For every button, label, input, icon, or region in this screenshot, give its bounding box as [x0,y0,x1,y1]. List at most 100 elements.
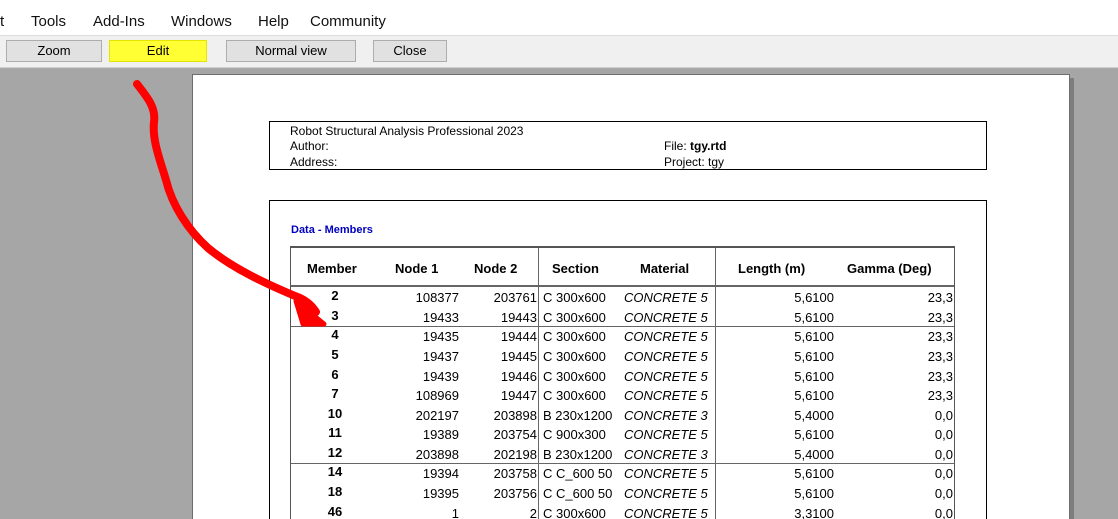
file-info: File: tgy.rtd [664,139,726,153]
file-value: tgy.rtd [690,139,727,153]
close-button[interactable]: Close [373,40,447,62]
normal-view-button[interactable]: Normal view [226,40,356,62]
menu-item-windows[interactable]: Windows [171,13,232,30]
cell-length: 5,6100 [794,369,834,384]
cell-section: B 230x1200 [543,408,613,423]
cell-node1: 19389 [422,427,459,442]
cell-gamma: 0,0 [934,506,953,519]
cell-member: 2 [331,288,339,303]
cell-gamma: 0,0 [934,486,953,501]
cell-section: C 300x600 [543,329,606,344]
cell-node2: 19447 [500,388,537,403]
product-name: Robot Structural Analysis Professional 2… [290,124,524,138]
cell-section: B 230x1200 [543,447,613,462]
project-info: Project: tgy [664,155,724,169]
author-label: Author: [290,139,329,153]
cell-node1: 203898 [415,447,459,462]
cell-node1: 19394 [422,466,459,481]
window-title-strip [0,0,1118,9]
cell-node2: 203761 [493,290,537,305]
cell-length: 5,6100 [794,290,834,305]
menu-item-tools[interactable]: Tools [31,13,66,30]
menu-item-community[interactable]: Community [310,13,386,30]
cell-material: CONCRETE 3 [624,408,708,423]
cell-member: 10 [327,406,343,421]
cell-length: 5,4000 [794,408,834,423]
cell-length: 5,6100 [794,466,834,481]
edit-button[interactable]: Edit [109,40,207,62]
cell-member: 7 [331,386,339,401]
col-header-node2: Node 2 [474,261,518,276]
cell-member: 4 [331,327,339,342]
cell-node2: 19446 [500,369,537,384]
cell-node1: 108969 [415,388,459,403]
cell-node2: 19444 [500,329,537,344]
cell-section: C 300x600 [543,349,606,364]
col-header-node1: Node 1 [395,261,439,276]
cell-node2: 203754 [493,427,537,442]
col-header-gamma: Gamma (Deg) [847,261,932,276]
file-label: File: [664,139,687,153]
cell-section: C C_600 50 [543,486,613,501]
cell-material: CONCRETE 5 [624,290,708,305]
cell-node1: 202197 [415,408,459,423]
preview-toolbar: Zoom Edit Normal view Close [0,36,1118,68]
cell-material: CONCRETE 5 [624,506,708,519]
menu-item-help[interactable]: Help [258,13,289,30]
cell-node1: 108377 [415,290,459,305]
cell-section: C 300x600 [543,310,606,325]
cell-member: 14 [327,464,343,479]
cell-member: 11 [328,425,342,440]
cell-gamma: 23,3 [927,388,953,403]
header-rule [291,285,954,287]
cell-member: 46 [327,504,343,519]
zoom-button[interactable]: Zoom [6,40,102,62]
cell-material: CONCRETE 5 [624,466,708,481]
cell-material: CONCRETE 5 [624,427,708,442]
members-table: Member Node 1 Node 2 Section Material Le… [290,246,955,519]
col-header-length: Length (m) [738,261,806,276]
cell-gamma: 23,3 [927,349,953,364]
cell-node2: 203756 [493,486,537,501]
cell-length: 5,6100 [794,388,834,403]
cell-section: C C_600 50 [543,466,613,481]
cell-material: CONCRETE 5 [624,388,708,403]
cell-section: C 300x600 [543,506,606,519]
address-label: Address: [290,155,338,169]
col-header-section: Section [552,261,599,276]
cell-section: C 900x300 [543,427,606,442]
cell-gamma: 23,3 [927,329,953,344]
menu-bar: t Tools Add-Ins Windows Help Community [0,9,1118,36]
cell-section: C 300x600 [543,369,606,384]
cell-gamma: 23,3 [927,369,953,384]
cell-length: 5,6100 [794,486,834,501]
menu-item-add-ins[interactable]: Add-Ins [93,13,145,30]
cell-gamma: 23,3 [927,290,953,305]
cell-node2: 203758 [493,466,537,481]
cell-length: 5,4000 [794,447,834,462]
cell-node1: 19435 [422,329,459,344]
cell-section: C 300x600 [543,388,606,403]
cell-length: 5,6100 [794,310,834,325]
cell-gamma: 0,0 [934,408,953,423]
project-value: tgy [708,155,725,169]
cell-member: 5 [331,347,339,362]
cell-length: 5,6100 [794,329,834,344]
cell-node2: 19443 [500,310,537,325]
row-group-rule [291,326,954,327]
col-header-material: Material [640,261,690,276]
project-label: Project: [664,155,705,169]
cell-gamma: 0,0 [934,466,953,481]
cell-node1: 19437 [422,349,459,364]
menu-item-partial[interactable]: t [0,13,4,30]
cell-node1: 19439 [422,369,459,384]
cell-material: CONCRETE 5 [624,369,708,384]
cell-material: CONCRETE 5 [624,349,708,364]
cell-material: CONCRETE 3 [624,447,708,462]
cell-member: 3 [331,308,339,323]
cell-node1: 1 [451,506,459,519]
cell-gamma: 23,3 [927,310,953,325]
cell-material: CONCRETE 5 [624,310,708,325]
cell-member: 6 [331,367,339,382]
cell-node1: 19433 [422,310,459,325]
